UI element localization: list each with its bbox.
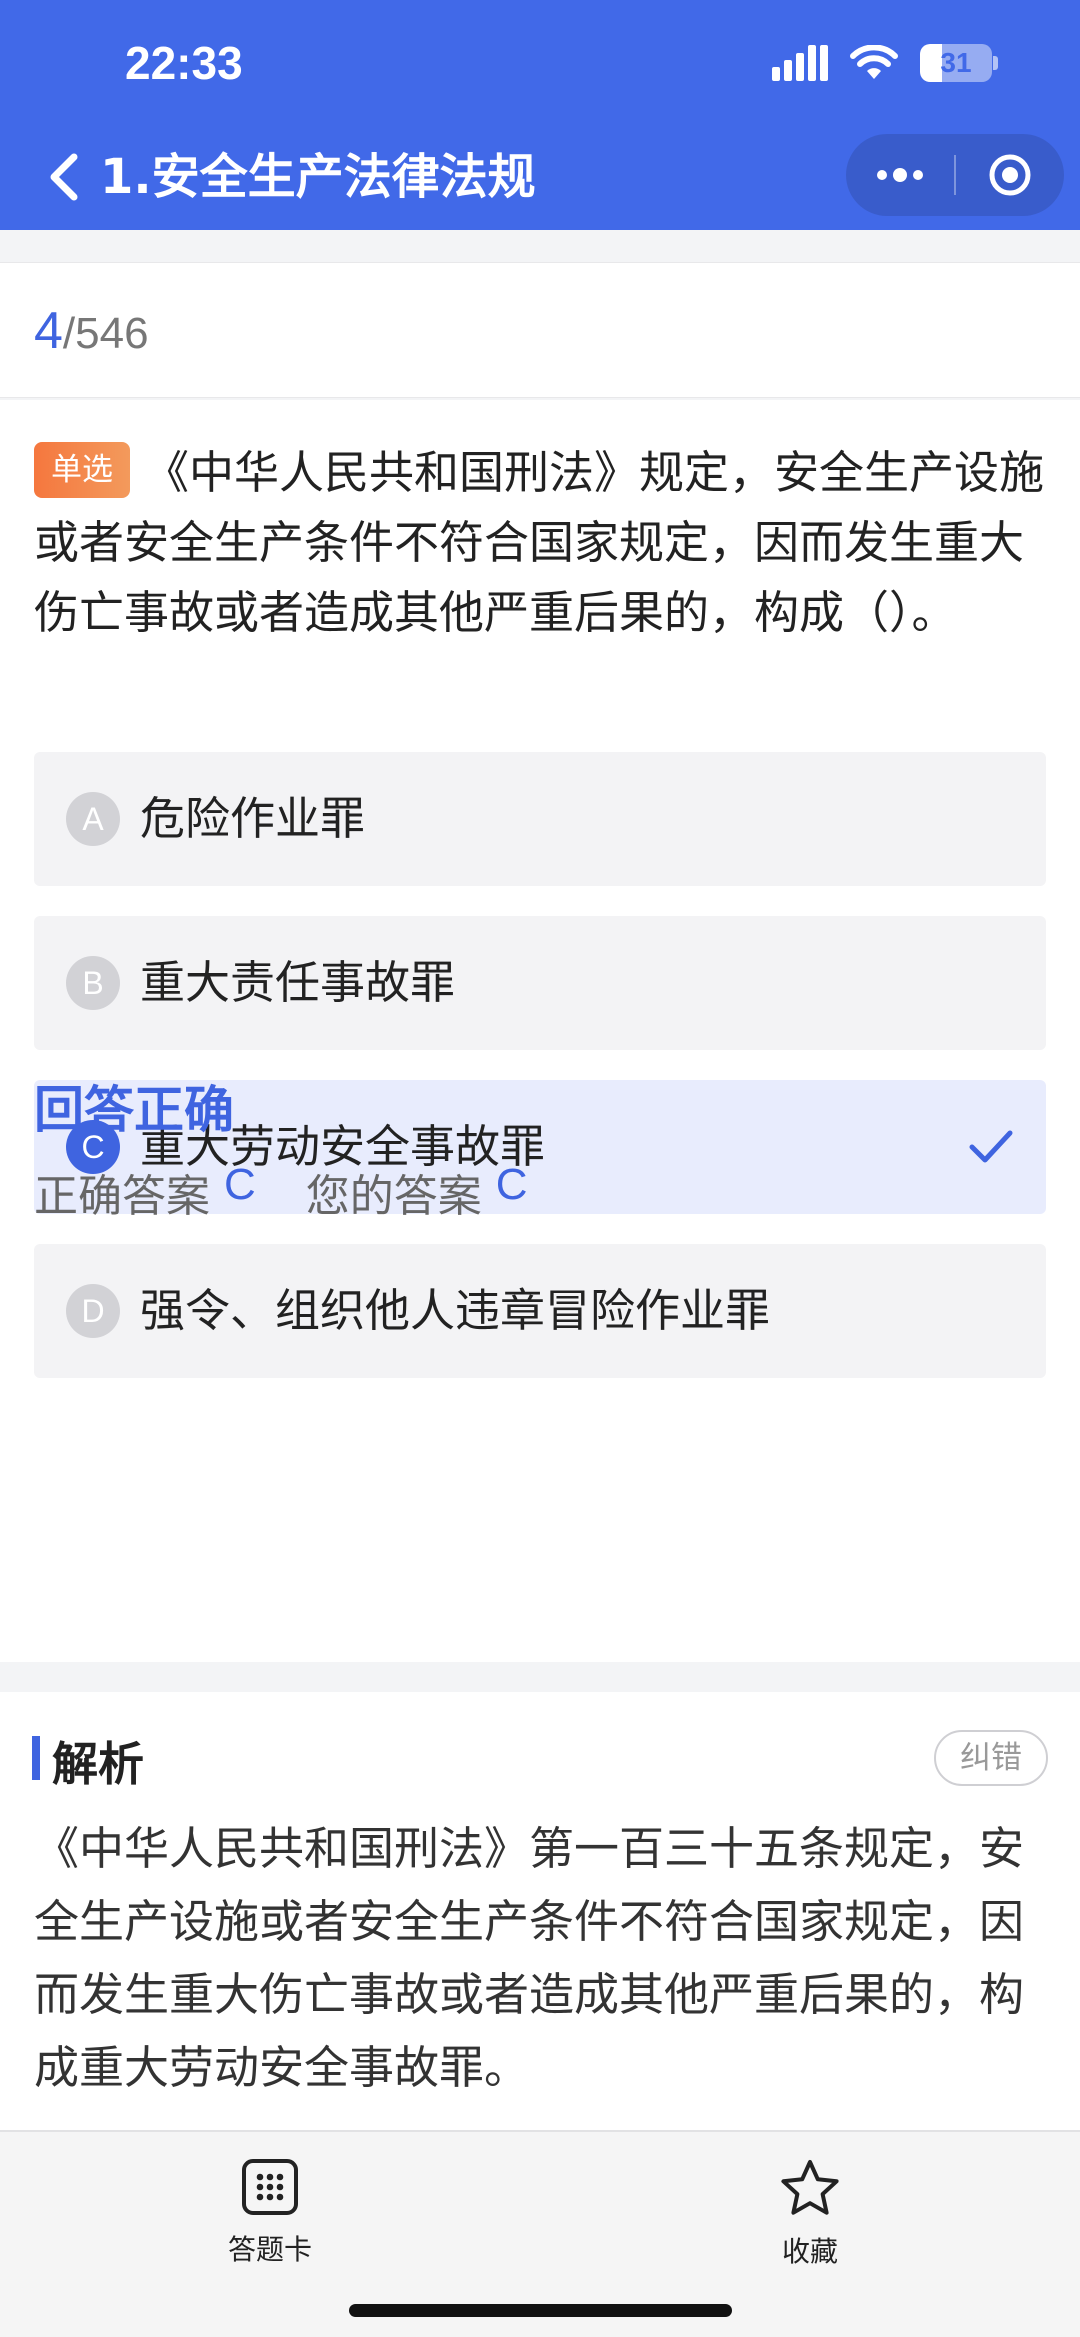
progress-current: 4 bbox=[34, 302, 63, 360]
option-letter: D bbox=[66, 1284, 120, 1338]
question-area: 单选 《中华人民共和国刑法》规定，安全生产设施或者安全生产条件不符合国家规定，因而… bbox=[0, 400, 1080, 1662]
favorite-button[interactable]: 收藏 bbox=[720, 2158, 900, 2270]
question-progress: 4/546 bbox=[34, 301, 149, 361]
bottom-toolbar: 答题卡 收藏 bbox=[0, 2130, 1080, 2337]
correct-answer-label: 正确答案 bbox=[34, 1171, 210, 1222]
your-answer-label: 您的答案 bbox=[305, 1171, 482, 1222]
answer-summary: 正确答案 C 您的答案 C bbox=[34, 1160, 528, 1224]
home-indicator bbox=[349, 2304, 732, 2317]
status-time: 22:33 bbox=[125, 37, 243, 89]
report-error-button[interactable]: 纠错 bbox=[934, 1730, 1048, 1786]
app-header: 22:33 31 1.安全生产法律法规 bbox=[0, 0, 1080, 230]
question-type-badge: 单选 bbox=[34, 442, 130, 498]
status-icons: 31 bbox=[772, 38, 998, 88]
answer-card-label: 答题卡 bbox=[227, 2233, 312, 2266]
progress-card: 4/546 bbox=[0, 262, 1080, 398]
option-text: 危险作业罪 bbox=[140, 792, 366, 845]
progress-total: /546 bbox=[62, 309, 149, 358]
option-b[interactable]: B 重大责任事故罪 bbox=[34, 916, 1046, 1050]
section-marker bbox=[32, 1736, 40, 1780]
favorite-label: 收藏 bbox=[781, 2235, 838, 2268]
signal-icon bbox=[772, 45, 828, 81]
mini-program-capsule bbox=[846, 134, 1064, 216]
analysis-title: 解析 bbox=[52, 1737, 144, 1791]
correct-answer-value: C bbox=[224, 1160, 256, 1209]
option-text: 重大责任事故罪 bbox=[140, 956, 456, 1009]
status-bar: 22:33 31 bbox=[0, 0, 1080, 125]
option-letter: B bbox=[66, 956, 120, 1010]
nav-bar: 1.安全生产法律法规 bbox=[0, 125, 1080, 230]
check-icon bbox=[968, 1125, 1014, 1169]
wifi-icon bbox=[850, 45, 898, 81]
battery-level: 31 bbox=[940, 47, 972, 78]
page-title: 1.安全生产法律法规 bbox=[100, 149, 536, 205]
your-answer-value: C bbox=[495, 1160, 528, 1209]
option-d[interactable]: D 强令、组织他人违章冒险作业罪 bbox=[34, 1244, 1046, 1378]
battery-icon: 31 bbox=[920, 44, 998, 82]
option-a[interactable]: A 危险作业罪 bbox=[34, 752, 1046, 886]
analysis-section: 解析 纠错 《中华人民共和国刑法》第一百三十五条规定，安全生产设施或者安全生产条… bbox=[0, 1692, 1080, 2132]
more-dots-icon[interactable] bbox=[846, 134, 954, 216]
analysis-text: 《中华人民共和国刑法》第一百三十五条规定，安全生产设施或者安全生产条件不符合国家… bbox=[34, 1822, 1025, 2094]
grid-keypad-icon bbox=[242, 2159, 298, 2215]
answer-card-button[interactable]: 答题卡 bbox=[180, 2158, 360, 2268]
chevron-left-icon[interactable] bbox=[40, 147, 90, 207]
target-circle-icon[interactable] bbox=[956, 134, 1064, 216]
result-title: 回答正确 bbox=[34, 1081, 234, 1139]
star-icon bbox=[781, 2160, 839, 2215]
question-stem: 单选 《中华人民共和国刑法》规定，安全生产设施或者安全生产条件不符合国家规定，因而… bbox=[34, 438, 1050, 648]
option-text: 强令、组织他人违章冒险作业罪 bbox=[140, 1284, 771, 1337]
option-letter: A bbox=[66, 792, 120, 846]
question-text: 《中华人民共和国刑法》规定，安全生产设施或者安全生产条件不符合国家规定，因而发生… bbox=[34, 446, 1045, 639]
